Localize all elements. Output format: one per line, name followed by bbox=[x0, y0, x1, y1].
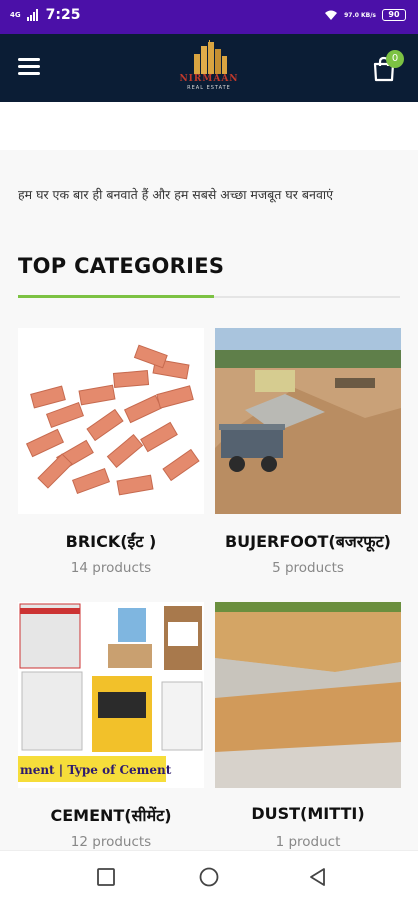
section-title: TOP CATEGORIES bbox=[18, 254, 225, 278]
category-image-cement[interactable]: ment | Type of Cement bbox=[18, 602, 204, 788]
logo[interactable]: NIRMAAN REAL ESTATE bbox=[170, 40, 248, 98]
status-bar: 4G 7:25 97.0 KB/s 90 bbox=[0, 0, 418, 34]
category-name[interactable]: BRICK(ईंट ) bbox=[8, 530, 214, 552]
logo-subtitle: REAL ESTATE bbox=[187, 85, 231, 91]
system-navigation-bar bbox=[0, 850, 418, 900]
category-card-cement[interactable]: ment | Type of Cement CEMENT(सीमेंट) 12 … bbox=[18, 602, 204, 850]
square-icon bbox=[97, 868, 115, 886]
recents-button[interactable] bbox=[96, 867, 116, 887]
category-card-brick[interactable]: BRICK(ईंट ) 14 products bbox=[18, 328, 204, 588]
network-speed: 97.0 KB/s bbox=[344, 11, 376, 19]
network-type: 4G bbox=[10, 11, 21, 19]
main-content: हम घर एक बार ही बनवाते हैं और हम सबसे अच… bbox=[0, 150, 418, 850]
section-divider-accent bbox=[18, 295, 214, 298]
category-product-count: 5 products bbox=[272, 560, 344, 576]
category-card-dust[interactable]: DUST(MITTI) 1 product bbox=[215, 602, 401, 850]
back-button[interactable] bbox=[308, 867, 328, 887]
tagline: हम घर एक बार ही बनवाते हैं और हम सबसे अच… bbox=[18, 187, 334, 202]
hamburger-menu-button[interactable] bbox=[18, 58, 40, 76]
cart-count-badge: 0 bbox=[386, 50, 404, 68]
category-image-brick[interactable] bbox=[18, 328, 204, 514]
category-image-bujerfoot[interactable] bbox=[215, 328, 401, 514]
status-left: 4G 7:25 bbox=[10, 7, 80, 23]
banner-area bbox=[0, 102, 418, 150]
logo-name: NIRMAAN bbox=[179, 74, 239, 84]
category-product-count: 12 products bbox=[70, 834, 152, 850]
signal-icon bbox=[26, 9, 38, 21]
triangle-back-icon bbox=[310, 868, 325, 886]
status-right: 97.0 KB/s 90 bbox=[324, 9, 406, 21]
category-card-bujerfoot[interactable]: BUJERFOOT(बजरफूट) 5 products bbox=[215, 328, 401, 588]
category-product-count: 14 products bbox=[70, 560, 152, 576]
wifi-icon bbox=[325, 10, 338, 20]
category-name[interactable]: DUST(MITTI) bbox=[205, 804, 411, 823]
cement-banner-text: ment | Type of Cement bbox=[20, 763, 172, 777]
category-product-count: 1 product bbox=[275, 834, 341, 850]
circle-icon bbox=[199, 867, 219, 887]
category-name[interactable]: CEMENT(सीमेंट) bbox=[8, 804, 214, 826]
app-header: NIRMAAN REAL ESTATE 0 bbox=[0, 34, 418, 102]
category-image-dust[interactable] bbox=[215, 602, 401, 788]
category-name[interactable]: BUJERFOOT(बजरफूट) bbox=[205, 530, 411, 552]
battery-icon: 90 bbox=[382, 9, 406, 21]
status-time: 7:25 bbox=[45, 7, 81, 23]
cart-button[interactable]: 0 bbox=[372, 50, 404, 84]
home-button[interactable] bbox=[199, 867, 219, 887]
buildings-logo-icon bbox=[170, 40, 248, 74]
